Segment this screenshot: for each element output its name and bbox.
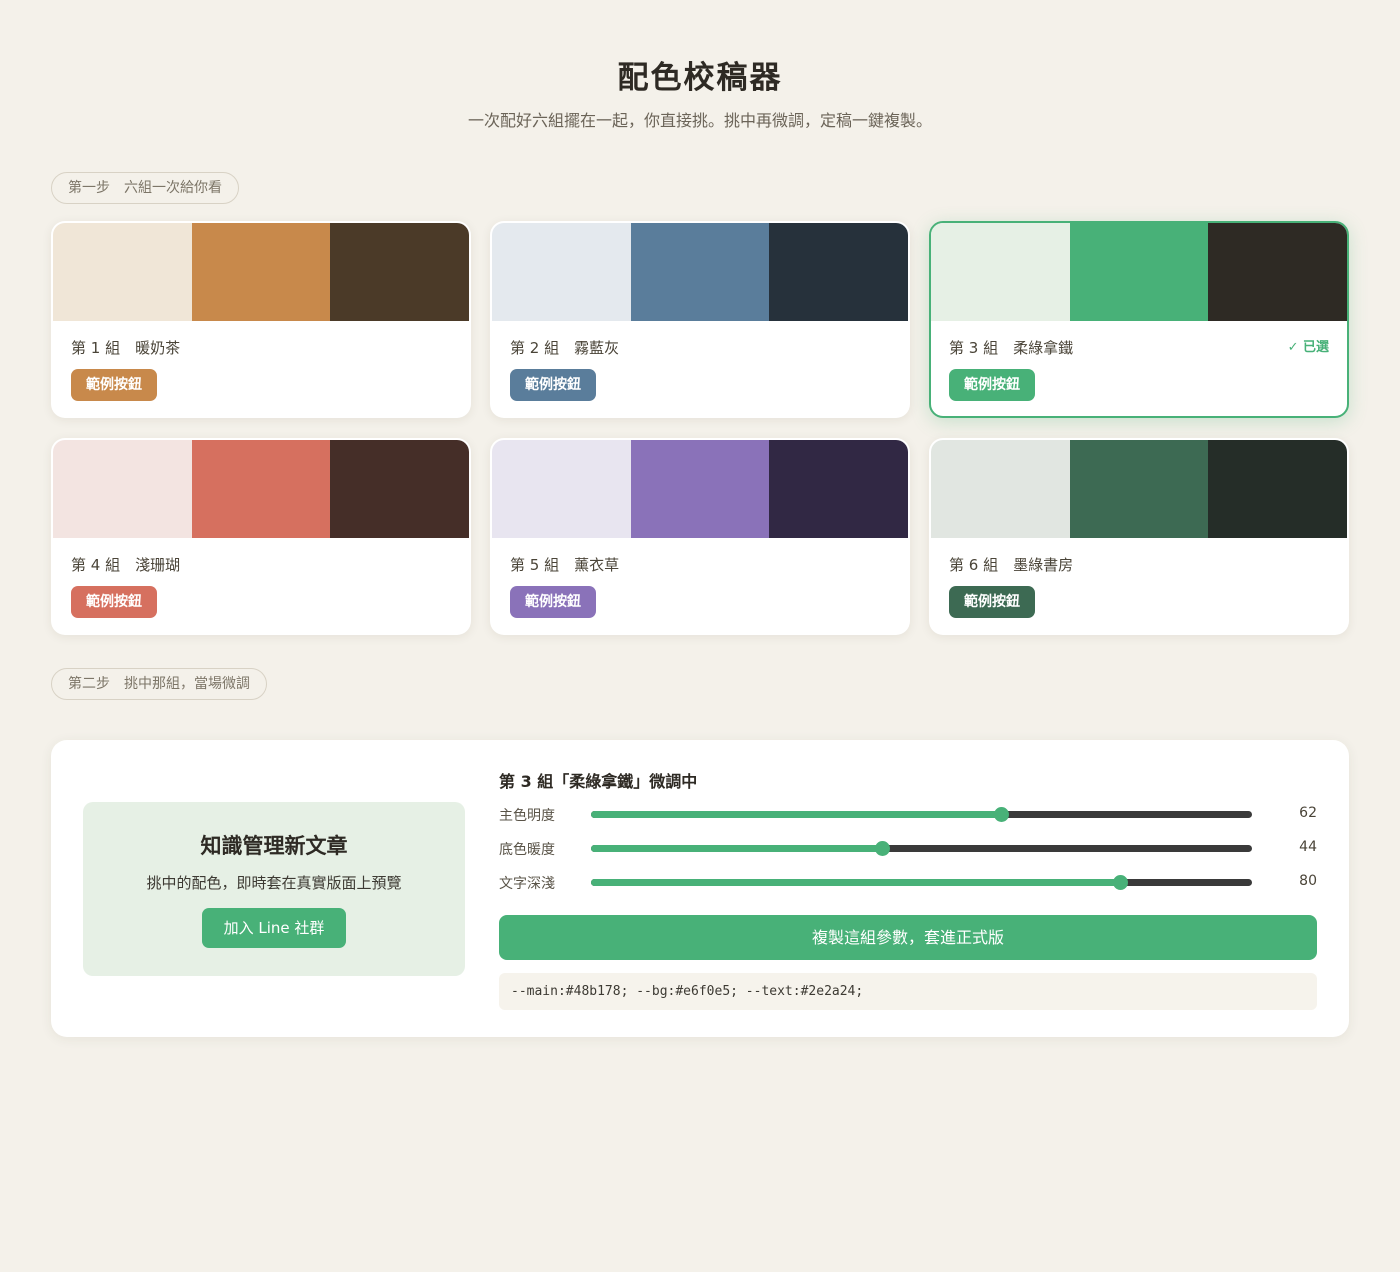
slider-label: 底色暖度 <box>499 842 555 858</box>
slider-text-depth: 文字深淺 80 <box>499 870 1317 894</box>
swatch-main <box>191 223 331 321</box>
swatch-background <box>53 440 192 538</box>
palette-card[interactable]: 第 5 組 薰衣草 範例按鈕 <box>490 438 910 635</box>
slider-label: 文字深淺 <box>499 876 555 892</box>
swatch-text <box>769 440 908 538</box>
sample-button[interactable]: 範例按鈕 <box>71 586 157 618</box>
slider-thumb[interactable] <box>1112 875 1128 890</box>
slider-fill <box>591 879 1120 886</box>
sample-button[interactable]: 範例按鈕 <box>949 369 1035 401</box>
css-code-output[interactable]: --main:#48b178; --bg:#e6f0e5; --text:#2e… <box>499 973 1317 1010</box>
preview-heading: 知識管理新文章 <box>200 834 348 858</box>
tuning-title: 第 3 組「柔綠拿鐵」微調中 <box>499 772 698 791</box>
slider-track[interactable] <box>591 841 1252 856</box>
slider-value: 62 <box>1299 805 1317 821</box>
slider-thumb[interactable] <box>874 841 890 856</box>
slider-main-brightness: 主色明度 62 <box>499 802 1317 826</box>
swatch-background <box>492 223 631 321</box>
palette-title: 第 5 組 薰衣草 <box>510 556 620 574</box>
slider-fill <box>591 845 882 852</box>
swatch-background <box>931 223 1070 321</box>
swatch-background <box>53 223 192 321</box>
swatch-strip <box>53 440 469 538</box>
palette-title: 第 6 組 墨綠書房 <box>949 556 1074 574</box>
swatch-strip <box>492 440 908 538</box>
palette-card[interactable]: 第 4 組 淺珊瑚 範例按鈕 <box>51 438 471 635</box>
swatch-text <box>769 223 908 321</box>
swatch-main <box>630 440 770 538</box>
palette-card[interactable]: 第 6 組 墨綠書房 範例按鈕 <box>929 438 1349 635</box>
preview-join-button[interactable]: 加入 Line 社群 <box>202 908 346 948</box>
swatch-main <box>191 440 331 538</box>
swatch-background <box>492 440 631 538</box>
swatch-main <box>1069 223 1209 321</box>
slider-fill <box>591 811 1001 818</box>
preview-text: 挑中的配色，即時套在真實版面上預覽 <box>146 874 402 892</box>
slider-bg-warmth: 底色暖度 44 <box>499 836 1317 860</box>
page-title: 配色校稿器 <box>617 60 783 96</box>
palette-title: 第 1 組 暖奶茶 <box>71 339 181 357</box>
palette-grid: 第 1 組 暖奶茶 範例按鈕 第 2 組 霧藍灰 範例按鈕 第 3 組 柔綠拿鐵… <box>51 221 1349 635</box>
slider-track[interactable] <box>591 807 1252 822</box>
slider-track[interactable] <box>591 875 1252 890</box>
palette-card[interactable]: 第 2 組 霧藍灰 範例按鈕 <box>490 221 910 418</box>
swatch-strip <box>931 440 1347 538</box>
swatch-text <box>330 223 469 321</box>
live-preview: 知識管理新文章 挑中的配色，即時套在真實版面上預覽 加入 Line 社群 <box>83 802 465 976</box>
sample-button[interactable]: 範例按鈕 <box>949 586 1035 618</box>
tuning-panel: 知識管理新文章 挑中的配色，即時套在真實版面上預覽 加入 Line 社群 第 3… <box>51 740 1349 1037</box>
swatch-text <box>1208 440 1347 538</box>
slider-value: 80 <box>1299 873 1317 889</box>
slider-thumb[interactable] <box>993 807 1009 822</box>
swatch-text <box>330 440 469 538</box>
palette-title: 第 2 組 霧藍灰 <box>510 339 620 357</box>
swatch-main <box>1069 440 1209 538</box>
step2-label: 第二步 挑中那組，當場微調 <box>51 668 267 700</box>
sample-button[interactable]: 範例按鈕 <box>510 586 596 618</box>
page-subtitle: 一次配好六組擺在一起，你直接挑。挑中再微調，定稿一鍵複製。 <box>467 111 932 130</box>
copy-params-button[interactable]: 複製這組參數，套進正式版 <box>499 915 1317 960</box>
swatch-strip <box>931 223 1347 321</box>
swatch-main <box>630 223 770 321</box>
palette-card[interactable]: 第 3 組 柔綠拿鐵 ✓ 已選 範例按鈕 <box>929 221 1349 418</box>
selected-badge: ✓ 已選 <box>1287 340 1329 355</box>
swatch-background <box>931 440 1070 538</box>
swatch-text <box>1208 223 1347 321</box>
sample-button[interactable]: 範例按鈕 <box>510 369 596 401</box>
slider-value: 44 <box>1299 839 1317 855</box>
sample-button[interactable]: 範例按鈕 <box>71 369 157 401</box>
swatch-strip <box>53 223 469 321</box>
palette-card[interactable]: 第 1 組 暖奶茶 範例按鈕 <box>51 221 471 418</box>
palette-title: 第 3 組 柔綠拿鐵 <box>949 339 1074 357</box>
swatch-strip <box>492 223 908 321</box>
palette-title: 第 4 組 淺珊瑚 <box>71 556 181 574</box>
step1-label: 第一步 六組一次給你看 <box>51 172 239 204</box>
slider-label: 主色明度 <box>499 808 555 824</box>
